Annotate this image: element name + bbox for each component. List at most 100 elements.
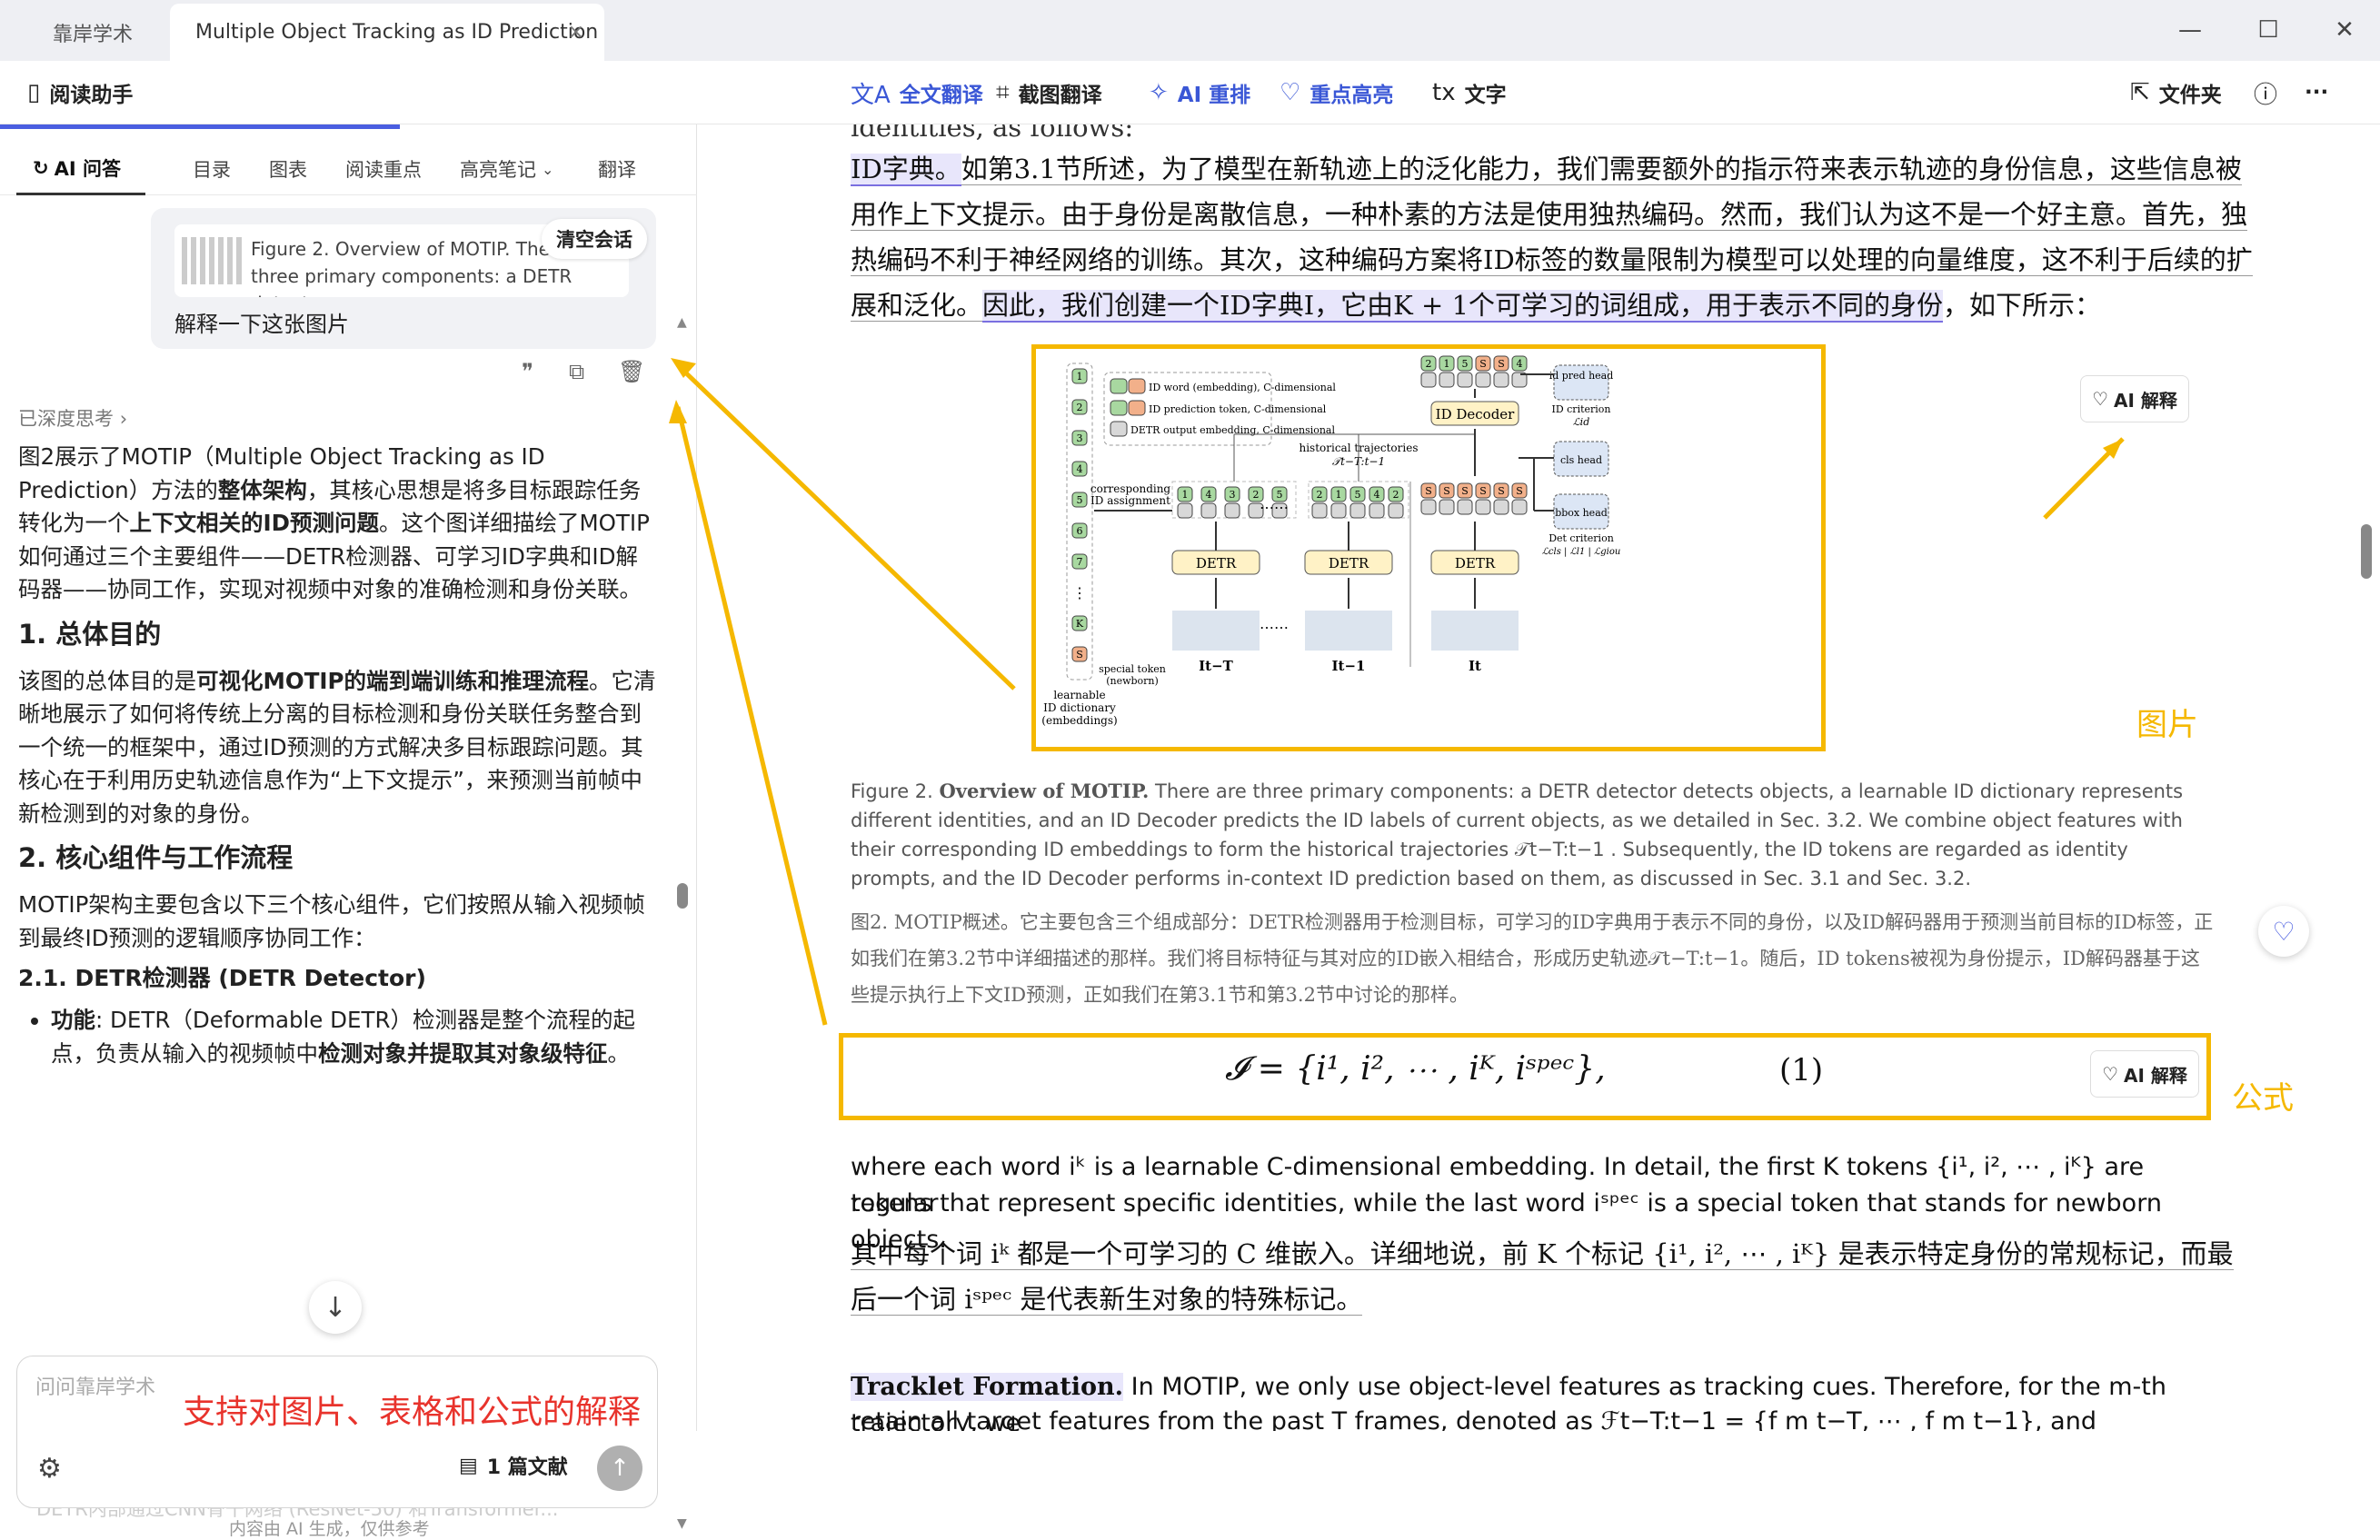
chat-input-box[interactable]: 问问靠岸学术 支持对图片、表格和公式的解释 ⚙ ▤ 1 篇文献 ↑ [16, 1356, 658, 1508]
answer-text: 。 [607, 1039, 631, 1067]
answer-text: 该图的总体目的是 [18, 667, 196, 694]
answer-bold: 功能 [51, 1007, 95, 1033]
assistant-subtabs: ↻ AI 问答 目录 图表 阅读重点 高亮笔记 ⌄ 翻译 [0, 143, 697, 195]
doc-cn-line: 后一个词 iˢᵖᵉᶜ 是代表新生对象的特殊标记。 [851, 1277, 1363, 1322]
figure-thumbnail [182, 237, 242, 284]
formula-ai-label: AI 解释 [2124, 1064, 2187, 1087]
text-label: 文字 [1464, 84, 1507, 107]
document-viewer: identities, as follows: ID字典。如第3.1节所述，为了… [698, 124, 2380, 1431]
heading-bold: Tracklet Formation. [851, 1373, 1124, 1401]
answer-heading: 2. 核心组件与工作流程 [18, 842, 294, 873]
documents-count: 1 篇文献 [486, 1456, 568, 1479]
text-button[interactable]: tx 文字 [1432, 61, 1507, 124]
clear-session-button[interactable]: 清空会话 [542, 219, 647, 259]
chat-scrollbar[interactable]: ▲ ▼ [677, 315, 688, 1533]
crop-icon: ⌗ [996, 78, 1010, 106]
user-message: Figure 2. Overview of MOTIP. There are t… [151, 208, 656, 349]
info-icon: ⓘ [2254, 81, 2278, 109]
answer-bold: 整体架构 [217, 476, 307, 503]
answer-paragraph: MOTIP架构主要包含以下三个核心组件，它们按照从输入视频帧到最终ID预测的逻辑… [18, 891, 645, 951]
formula-box[interactable]: 𝓘 = {i¹, i², ⋯ , iᴷ, iˢᵖᵉᶜ}, (1) ♡ AI 解释 [839, 1033, 2211, 1120]
reading-assistant-title: 阅读助手 [49, 84, 134, 107]
bulb-icon: ♡ [2102, 1063, 2119, 1085]
figure-caption-en: Figure 2. Overview of MOTIP. There are t… [851, 777, 2214, 893]
sidebar-icon: ▯ [27, 79, 41, 106]
chat-area: Figure 2. Overview of MOTIP. There are t… [0, 197, 672, 1333]
answer-paragraph: 该图的总体目的是可视化MOTIP的端到端训练和推理流程。它清晰地展示了如何将传统… [18, 665, 660, 831]
answer-paragraph: 图2展示了MOTIP（Multiple Object Tracking as I… [18, 441, 660, 607]
formula-annotation-label: 公式 [2232, 1080, 2294, 1117]
ai-reflow-button[interactable]: ✧ AI 重排 [1149, 61, 1250, 124]
formula-ai-explain-button[interactable]: ♡ AI 解释 [2090, 1050, 2199, 1098]
minimize-button[interactable]: — [2154, 7, 2226, 53]
document-scroll-thumb[interactable] [2361, 524, 2372, 579]
folder-icon: ⇱ [2130, 79, 2150, 106]
subtab-toc[interactable]: 目录 [193, 143, 231, 195]
reading-assistant-pane: ↻ AI 问答 目录 图表 阅读重点 高亮笔记 ⌄ 翻译 Figure 2. Ove… [0, 124, 697, 1539]
doc-cn-line: 其中每个词 iᵏ 都是一个可学习的 C 维嵌入。详细地说，前 K 个标记 {i¹… [851, 1231, 2234, 1277]
chat-scroll-thumb[interactable] [677, 883, 688, 909]
tab-document-title: Multiple Object Tracking as ID Predictio… [195, 21, 599, 44]
formula-text: 𝓘 = {i¹, i², ⋯ , iᴷ, iˢᵖᵉᶜ}, [1225, 1050, 1606, 1088]
sliders-icon[interactable]: ⚙ [37, 1453, 62, 1485]
maximize-button[interactable]: ☐ [2232, 7, 2305, 53]
document-icon: ▤ [459, 1454, 478, 1477]
ai-answer: 图2展示了MOTIP（Multiple Object Tracking as I… [18, 441, 660, 1070]
info-button[interactable]: ⓘ [2254, 61, 2277, 124]
subtab-ai-qa[interactable]: ↻ AI 问答 [16, 143, 145, 195]
ai-disclaimer: 内容由 AI 生成，仅供参考 [229, 1519, 430, 1539]
send-button[interactable]: ↑ [597, 1446, 642, 1491]
more-icon: ··· [2305, 81, 2329, 104]
answer-bold: 可视化MOTIP的端到端训练和推理流程 [196, 667, 589, 694]
chevron-right-icon: › [119, 408, 128, 430]
full-translate-label: 全文翻译 [899, 84, 983, 107]
scroll-down-button[interactable]: ↓ [309, 1281, 362, 1334]
window-close-button[interactable]: ✕ [2308, 7, 2380, 53]
subtab-notes[interactable]: 高亮笔记 ⌄ [460, 143, 553, 195]
folder-label: 文件夹 [2158, 84, 2222, 107]
tab-close-icon[interactable]: × [568, 21, 584, 44]
floating-bulb-button[interactable]: ♡ [2258, 906, 2309, 957]
translate-icon: 文A [851, 81, 891, 109]
tab-home[interactable]: 靠岸学术 [16, 4, 166, 61]
answer-list: 功能: DETR（Deformable DETR）检测器是整个流程的起点，负责从… [51, 1004, 660, 1070]
screenshot-translate-label: 截图翻译 [1018, 84, 1102, 107]
scroll-down-icon: ▼ [677, 1516, 687, 1531]
copy-icon[interactable]: ⧉ [569, 359, 584, 384]
user-question: 解释一下这张图片 [174, 312, 349, 337]
subtab-notes-label: 高亮笔记 [460, 159, 536, 181]
chat-input[interactable]: 问问靠岸学术 [35, 1371, 155, 1400]
doc-en-line: retain all target features from the past… [851, 1407, 2096, 1431]
caption-bold: Overview of MOTIP. [939, 780, 1150, 802]
reading-assistant-toggle[interactable]: ▯ 阅读助手 [27, 61, 133, 124]
subtab-key-points[interactable]: 阅读重点 [345, 143, 422, 195]
refresh-icon: ↻ [33, 156, 49, 179]
delete-icon[interactable]: 🗑 [618, 359, 645, 384]
tab-bar: 靠岸学术 Multiple Object Tracking as ID Pred… [0, 0, 2380, 61]
more-button[interactable]: ··· [2305, 61, 2328, 124]
answer-bold: 上下文相关的ID预测问题 [129, 510, 379, 536]
scroll-up-icon: ▲ [677, 315, 687, 330]
tab-home-label: 靠岸学术 [53, 23, 134, 46]
figure-caption-cn: 图2. MOTIP概述。它主要包含三个组成部分：DETR检测器用于检测目标，可学… [851, 911, 2214, 1006]
doc-text: 后一个词 iˢᵖᵉᶜ 是代表新生对象的特殊标记。 [851, 1284, 1363, 1316]
ai-reflow-label: AI 重排 [1177, 84, 1251, 107]
deep-thinking-toggle[interactable]: 已深度思考 › [18, 404, 127, 432]
full-translate-button[interactable]: 文A 全文翻译 [851, 61, 983, 124]
chevron-down-icon: ⌄ [542, 160, 554, 178]
quote-icon[interactable]: ❞ [522, 359, 533, 384]
documents-button[interactable]: ▤ 1 篇文献 [459, 1451, 568, 1480]
sparkle-icon: ✧ [1149, 79, 1169, 106]
subtab-figures[interactable]: 图表 [269, 143, 307, 195]
deep-thinking-label: 已深度思考 [18, 408, 114, 430]
folder-button[interactable]: ⇱ 文件夹 [2130, 61, 2222, 124]
screenshot-translate-button[interactable]: ⌗ 截图翻译 [996, 61, 1102, 124]
tab-document[interactable]: Multiple Object Tracking as ID Predictio… [170, 4, 604, 61]
answer-bold: 检测对象并提取其对象级特征 [318, 1039, 608, 1067]
answer-heading: 1. 总体目的 [18, 618, 162, 650]
highlight-button[interactable]: ♡ 重点高亮 [1280, 61, 1393, 124]
bulb-icon: ♡ [2272, 916, 2295, 947]
bulb-icon: ♡ [1280, 79, 1301, 106]
subtab-translate[interactable]: 翻译 [598, 143, 636, 195]
doc-text: 其中每个词 iᵏ 都是一个可学习的 C 维嵌入。详细地说，前 K 个标记 {i¹… [851, 1238, 2234, 1270]
